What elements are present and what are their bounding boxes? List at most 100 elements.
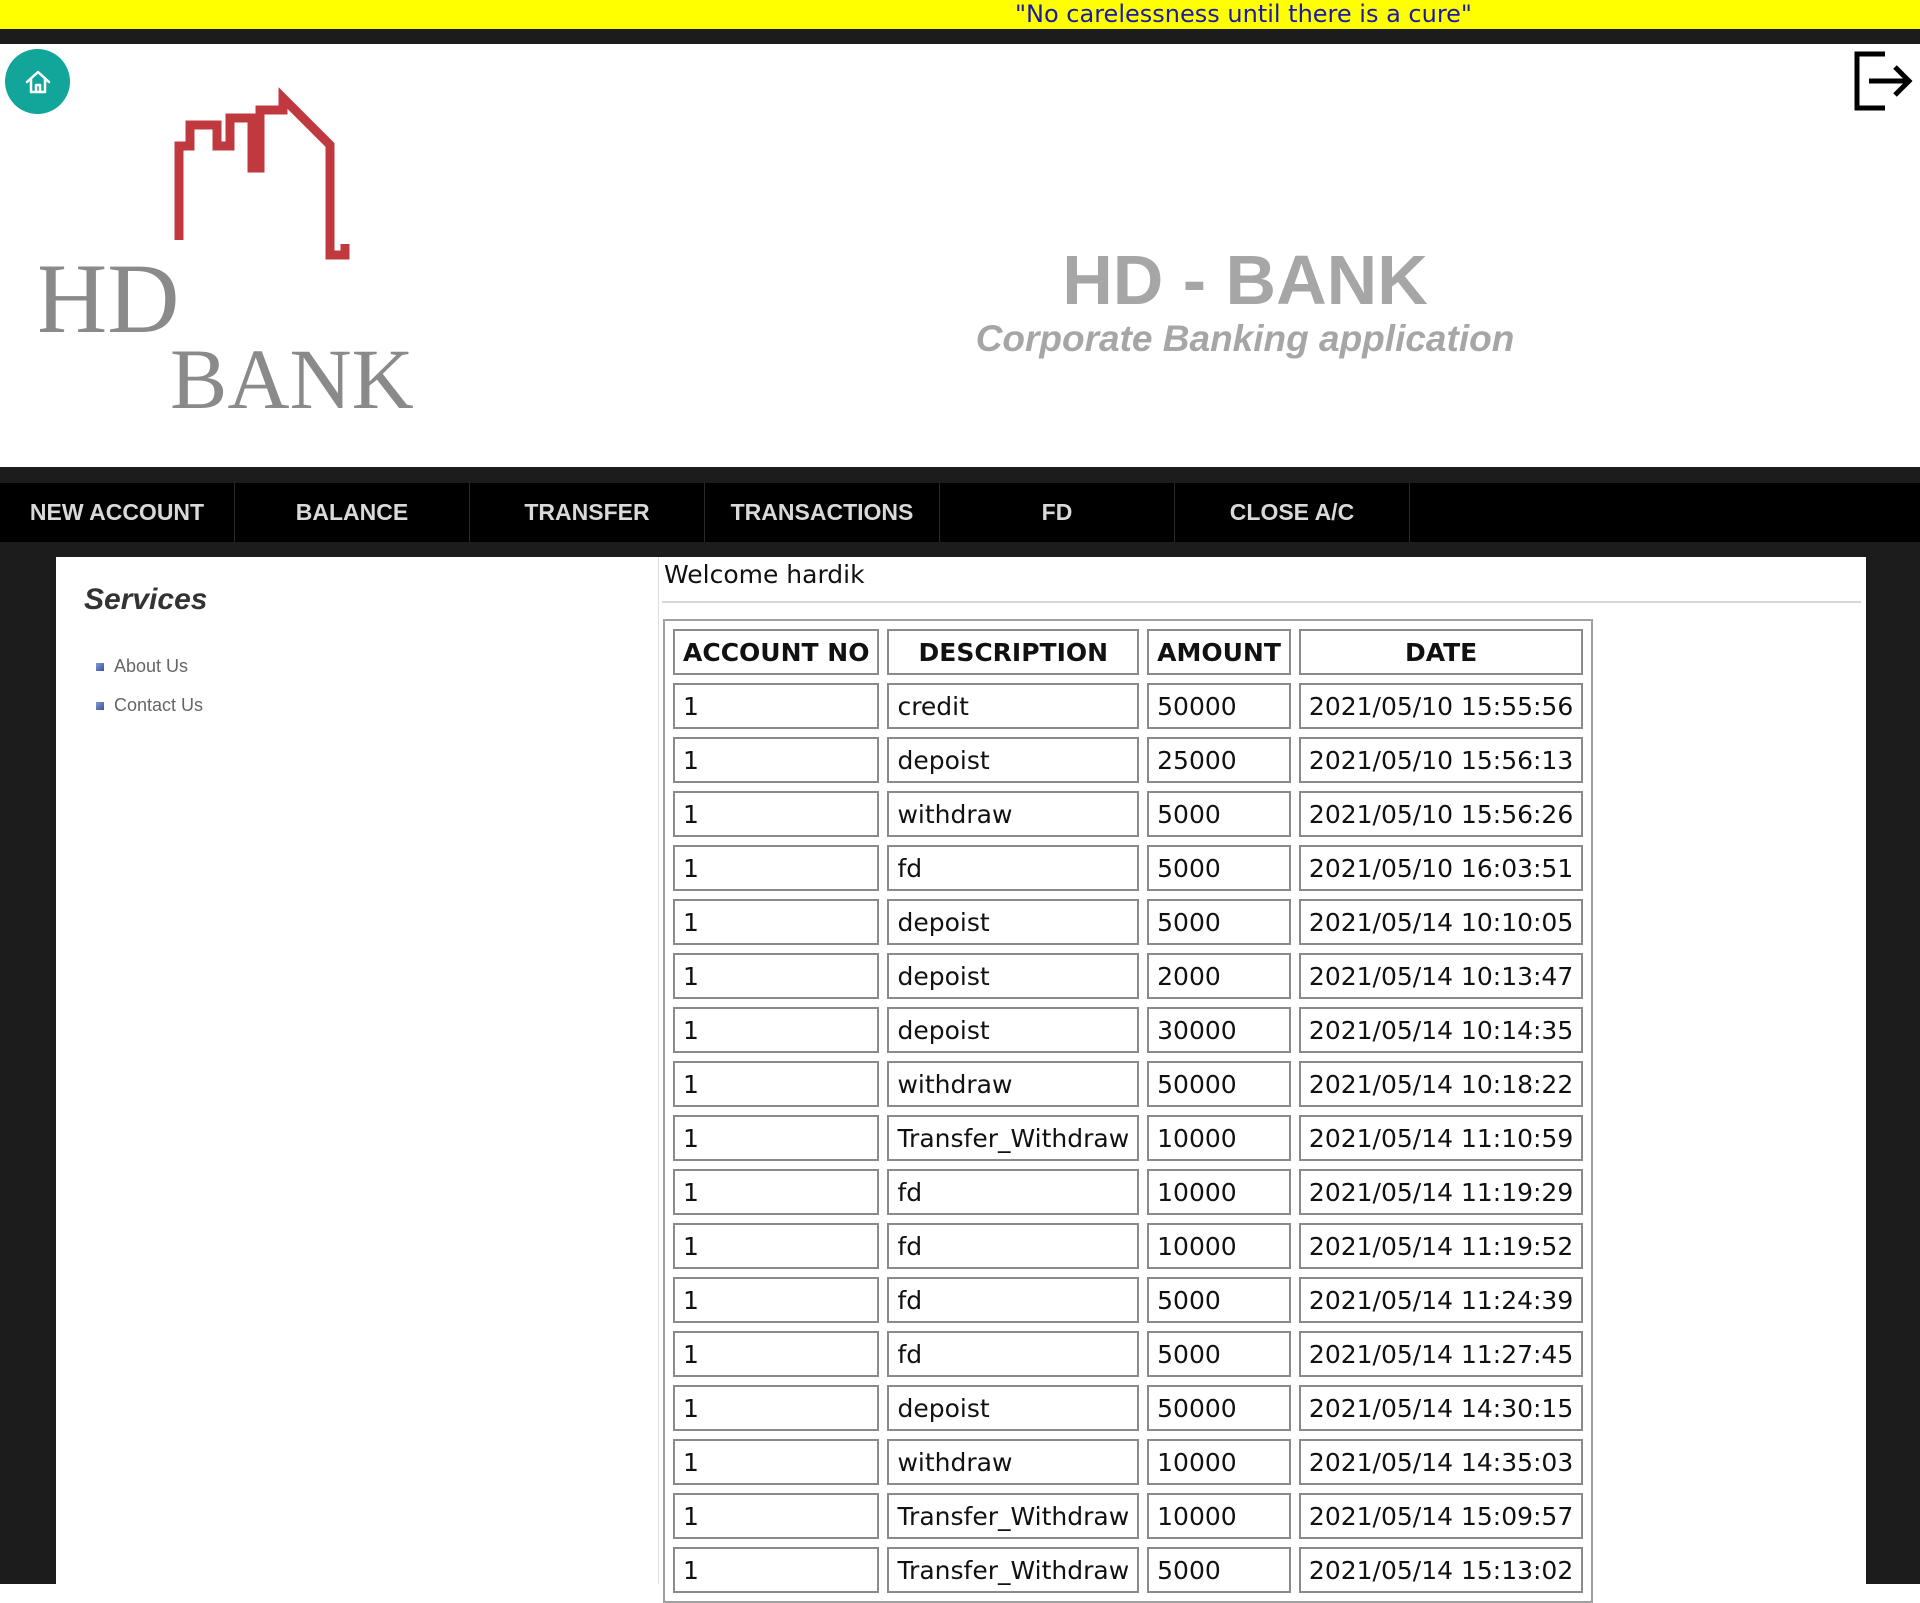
account-no-cell: 1 [673,899,880,945]
nav-new-account[interactable]: NEW ACCOUNT [0,483,235,542]
amount-cell: 10000 [1147,1223,1291,1269]
logout-button[interactable] [1853,50,1915,112]
date-cell: 2021/05/10 15:56:13 [1298,737,1584,783]
sidebar-link-about-us[interactable]: About Us [96,656,188,677]
description-cell: Transfer_Withdraw [887,1547,1140,1593]
date-cell: 2021/05/10 15:56:26 [1298,791,1584,837]
table-row: 1 fd 5000 2021/05/10 16:03:51 [673,845,1584,891]
description-cell: depoist [887,899,1140,945]
ticker-divider [0,29,1920,44]
ticker-quote: "No carelessness until there is a cure" [1015,0,1472,28]
account-no-cell: 1 [673,1061,880,1107]
description-cell: depoist [887,953,1140,999]
account-no-cell: 1 [673,1547,880,1593]
description-cell: Transfer_Withdraw [887,1493,1140,1539]
table-row: 1 Transfer_Withdraw 10000 2021/05/14 15:09:… [673,1493,1584,1539]
transactions-body: 1 credit 50000 2021/05/10 15:55:56 1 depoist 2… [673,683,1584,1593]
table-row: 1 fd 10000 2021/05/14 11:19:52 [673,1223,1584,1269]
amount-cell: 50000 [1147,1061,1291,1107]
amount-cell: 10000 [1147,1115,1291,1161]
description-cell: depoist [887,737,1140,783]
header-description: DESCRIPTION [887,629,1140,675]
date-cell: 2021/05/10 16:03:51 [1298,845,1584,891]
ticker-bar: "No carelessness until there is a cure" [0,0,1920,29]
table-row: 1 fd 5000 2021/05/14 11:27:45 [673,1331,1584,1377]
main-nav: NEW ACCOUNT BALANCE TRANSFER TRANSACTION… [0,467,1920,542]
amount-cell: 10000 [1147,1493,1291,1539]
amount-cell: 50000 [1147,683,1291,729]
description-cell: depoist [887,1385,1140,1431]
nav-balance[interactable]: BALANCE [235,483,470,542]
date-cell: 2021/05/14 10:14:35 [1298,1007,1584,1053]
date-cell: 2021/05/14 10:10:05 [1298,899,1584,945]
account-no-cell: 1 [673,1007,880,1053]
sidebar-link-contact-us[interactable]: Contact Us [96,695,203,716]
account-no-cell: 1 [673,1115,880,1161]
description-cell: fd [887,1223,1140,1269]
page-subtitle: Corporate Banking application [975,318,1515,359]
account-no-cell: 1 [673,683,880,729]
table-row: 1 depoist 30000 2021/05/14 10:14:35 [673,1007,1584,1053]
date-cell: 2021/05/14 14:30:15 [1298,1385,1584,1431]
nav-transfer[interactable]: TRANSFER [470,483,705,542]
amount-cell: 25000 [1147,737,1291,783]
account-no-cell: 1 [673,845,880,891]
amount-cell: 5000 [1147,1547,1291,1593]
date-cell: 2021/05/14 11:10:59 [1298,1115,1584,1161]
amount-cell: 5000 [1147,1331,1291,1377]
table-row: 1 fd 5000 2021/05/14 11:24:39 [673,1277,1584,1323]
bullet-icon [96,662,104,671]
sidebar-link-label: Contact Us [114,695,204,715]
transactions-table: ACCOUNT NO DESCRIPTION AMOUNT DATE 1 cred… [663,619,1594,1603]
table-header-row: ACCOUNT NO DESCRIPTION AMOUNT DATE [673,629,1584,675]
account-no-cell: 1 [673,737,880,783]
description-cell: withdraw [887,791,1140,837]
services-heading: Services [84,583,208,616]
account-no-cell: 1 [673,953,880,999]
amount-cell: 5000 [1147,845,1291,891]
amount-cell: 5000 [1147,791,1291,837]
date-cell: 2021/05/14 14:35:03 [1298,1439,1584,1485]
account-no-cell: 1 [673,1169,880,1215]
nav-fd[interactable]: FD [940,483,1175,542]
logo-hd-text: HD [40,243,179,354]
header-date: DATE [1298,629,1584,675]
account-no-cell: 1 [673,1223,880,1269]
hd-bank-logo: HD BANK [40,87,414,420]
table-row: 1 withdraw 5000 2021/05/10 15:56:26 [673,791,1584,837]
account-no-cell: 1 [673,791,880,837]
account-no-cell: 1 [673,1277,880,1323]
amount-cell: 5000 [1147,1277,1291,1323]
table-row: 1 withdraw 50000 2021/05/14 10:18:22 [673,1061,1584,1107]
description-cell: depoist [887,1007,1140,1053]
amount-cell: 10000 [1147,1169,1291,1215]
date-cell: 2021/05/14 11:27:45 [1298,1331,1584,1377]
description-cell: credit [887,683,1140,729]
description-cell: withdraw [887,1061,1140,1107]
amount-cell: 2000 [1147,953,1291,999]
logo-bank-text: BANK [170,331,414,420]
table-row: 1 depoist 50000 2021/05/14 14:30:15 [673,1385,1584,1431]
account-no-cell: 1 [673,1385,880,1431]
description-cell: fd [887,1331,1140,1377]
table-row: 1 credit 50000 2021/05/10 15:55:56 [673,683,1584,729]
date-cell: 2021/05/14 11:24:39 [1298,1277,1584,1323]
logout-icon [1854,51,1913,111]
page-title: HD - BANK [1062,241,1428,319]
date-cell: 2021/05/14 11:19:29 [1298,1169,1584,1215]
date-cell: 2021/05/14 11:19:52 [1298,1223,1584,1269]
header-amount: AMOUNT [1147,629,1291,675]
table-row: 1 Transfer_Withdraw 5000 2021/05/14 15:13:0… [673,1547,1584,1593]
table-row: 1 Transfer_Withdraw 10000 2021/05/14 11:10:… [673,1115,1584,1161]
table-row: 1 depoist 2000 2021/05/14 10:13:47 [673,953,1584,999]
table-row: 1 fd 10000 2021/05/14 11:19:29 [673,1169,1584,1215]
header-account-no: ACCOUNT NO [673,629,880,675]
nav-close-account[interactable]: CLOSE A/C [1175,483,1410,542]
nav-transactions[interactable]: TRANSACTIONS [705,483,940,542]
description-cell: fd [887,1169,1140,1215]
amount-cell: 5000 [1147,899,1291,945]
table-row: 1 depoist 5000 2021/05/14 10:10:05 [673,899,1584,945]
amount-cell: 30000 [1147,1007,1291,1053]
table-row: 1 depoist 25000 2021/05/10 15:56:13 [673,737,1584,783]
welcome-rule [662,601,1861,603]
